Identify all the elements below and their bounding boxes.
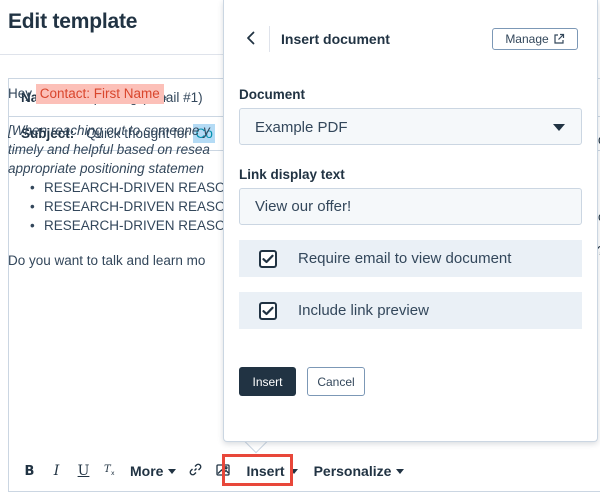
greeting-comma: , <box>163 86 168 101</box>
document-select[interactable]: Example PDF <box>239 108 582 145</box>
chevron-down-icon <box>168 468 177 474</box>
insert-highlight <box>222 454 293 486</box>
reason-list: RESEARCH-DRIVEN REASO RESEARCH-DRIVEN RE… <box>8 178 238 235</box>
manage-button[interactable]: Manage <box>492 28 578 50</box>
italic-line: timely and helpful based on resea <box>8 142 210 157</box>
popover-title: Insert document <box>281 31 390 47</box>
caret-down-icon <box>553 124 565 131</box>
checkmark-icon <box>262 306 274 315</box>
first-name-token[interactable]: Contact: First Name <box>35 84 164 104</box>
list-item: RESEARCH-DRIVEN REASO <box>30 216 238 235</box>
link-preview-checkbox[interactable] <box>259 301 277 320</box>
list-item: RESEARCH-DRIVEN REASO <box>30 178 238 197</box>
require-email-checkbox[interactable] <box>259 249 277 268</box>
svg-text:x: x <box>111 470 115 476</box>
insert-button[interactable]: Insert <box>239 367 296 396</box>
link-icon[interactable] <box>182 463 209 479</box>
document-label: Document <box>239 87 306 102</box>
underline-button[interactable]: U <box>70 463 97 479</box>
bold-button[interactable]: B <box>16 464 43 479</box>
header-divider <box>269 26 270 52</box>
italic-line: appropriate positioning statemen <box>8 161 204 176</box>
external-link-icon <box>554 33 564 44</box>
back-button[interactable] <box>237 24 265 52</box>
closing-line: Do you want to talk and learn mo <box>8 253 206 268</box>
title-divider <box>0 54 230 55</box>
list-item: RESEARCH-DRIVEN REASO <box>30 197 238 216</box>
manage-label: Manage <box>505 32 549 46</box>
require-email-label: Require email to view document <box>298 250 512 267</box>
more-menu[interactable]: More <box>124 463 182 479</box>
chevron-left-icon <box>247 31 255 45</box>
email-body[interactable]: Hey Contact: First Name, [When reaching … <box>8 84 238 270</box>
require-email-checkbox-row[interactable]: Require email to view document <box>239 240 582 277</box>
cancel-button[interactable]: Cancel <box>307 367 365 396</box>
italic-button[interactable]: I <box>43 463 70 479</box>
chevron-down-icon <box>396 468 405 474</box>
link-text-label: Link display text <box>239 167 345 182</box>
link-preview-checkbox-row[interactable]: Include link preview <box>239 292 582 329</box>
link-display-text-input[interactable] <box>239 188 582 225</box>
document-select-value: Example PDF <box>255 119 348 136</box>
personalize-menu[interactable]: Personalize <box>308 463 411 479</box>
page-title: Edit template <box>8 10 138 33</box>
greeting-text: Hey <box>8 86 33 101</box>
checkmark-icon <box>262 254 274 263</box>
insert-document-popover: Insert document Manage Document Example … <box>223 0 598 442</box>
more-label: More <box>130 463 164 479</box>
editor-toolbar: B I U Tx More Insert Personalize <box>16 455 410 487</box>
link-preview-label: Include link preview <box>298 302 429 319</box>
italic-line: [When reaching out to someone y <box>8 123 210 138</box>
personalize-label: Personalize <box>313 463 392 479</box>
clear-format-icon[interactable]: Tx <box>97 463 124 479</box>
